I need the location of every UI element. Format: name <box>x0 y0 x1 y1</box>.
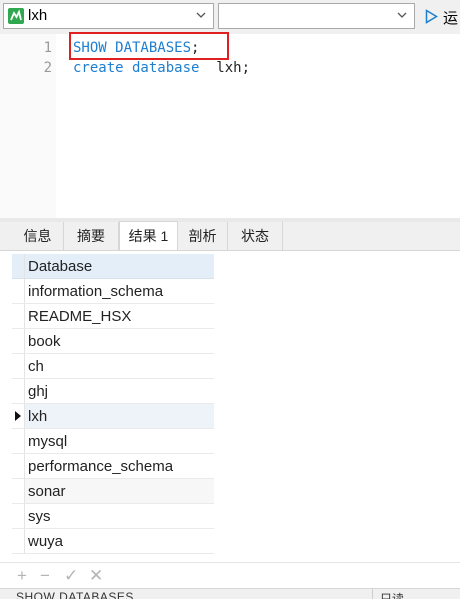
tab-summary[interactable]: 摘要 <box>64 222 119 250</box>
column-header-database[interactable]: Database <box>28 258 92 275</box>
delete-record-icon[interactable]: − <box>40 566 50 586</box>
table-cell[interactable]: ch <box>28 358 44 375</box>
row-marker[interactable] <box>12 354 25 378</box>
tab-profile[interactable]: 剖析 <box>178 222 228 250</box>
table-cell[interactable]: book <box>28 333 61 350</box>
row-marker[interactable] <box>12 304 25 328</box>
result-tabs: 信息 摘要 结果 1 剖析 状态 <box>0 221 460 251</box>
table-row[interactable]: wuya <box>12 529 214 554</box>
table-cell[interactable]: information_schema <box>28 283 163 300</box>
database-select[interactable]: lxh <box>3 3 214 29</box>
column-header-row: Database <box>12 254 214 279</box>
discard-changes-icon[interactable]: ✕ <box>89 566 103 586</box>
row-marker <box>12 254 25 278</box>
row-marker[interactable] <box>12 429 25 453</box>
table-row[interactable]: ghj <box>12 379 214 404</box>
table-cell[interactable]: ghj <box>28 383 48 400</box>
table-cell[interactable]: README_HSX <box>28 308 131 325</box>
tab-info[interactable]: 信息 <box>12 222 64 250</box>
row-marker[interactable] <box>12 529 25 553</box>
tab-result-1[interactable]: 结果 1 <box>119 221 178 250</box>
tab-status[interactable]: 状态 <box>228 222 283 250</box>
table-row-selected[interactable]: lxh <box>12 404 214 429</box>
code-text: lxh; <box>199 60 251 76</box>
row-marker[interactable] <box>12 379 25 403</box>
sql-editor[interactable]: 1 2 SHOW DATABASES; create database lxh; <box>0 34 460 220</box>
table-cell[interactable]: mysql <box>28 433 67 450</box>
table-row[interactable]: README_HSX <box>12 304 214 329</box>
run-button-label: 运 <box>443 10 459 27</box>
table-row[interactable]: information_schema <box>12 279 214 304</box>
table-cell[interactable]: sonar <box>28 483 66 500</box>
table-row[interactable]: sonar <box>12 479 214 504</box>
chevron-down-icon <box>397 12 407 18</box>
row-marker[interactable] <box>12 454 25 478</box>
line-number: 2 <box>43 60 52 76</box>
table-cell[interactable]: wuya <box>28 533 63 550</box>
row-marker[interactable] <box>12 479 25 503</box>
table-row[interactable]: ch <box>12 354 214 379</box>
table-row[interactable]: mysql <box>12 429 214 454</box>
code-line: create database lxh; <box>73 60 250 76</box>
status-bar: SHOW DATABASES 只读 <box>0 588 460 599</box>
table-cell[interactable]: sys <box>28 508 51 525</box>
add-record-icon[interactable]: + <box>17 566 27 586</box>
code-keyword: create database <box>73 60 200 76</box>
line-number: 1 <box>43 40 52 56</box>
table-cell[interactable]: performance_schema <box>28 458 173 475</box>
table-row[interactable]: book <box>12 329 214 354</box>
secondary-select[interactable] <box>218 3 415 29</box>
mysql-connection-icon <box>8 8 24 24</box>
highlight-annotation <box>69 32 229 60</box>
play-icon <box>425 9 438 24</box>
row-marker[interactable] <box>12 329 25 353</box>
grid-action-bar: + − ✓ ✕ <box>0 562 460 589</box>
table-row[interactable]: sys <box>12 504 214 529</box>
line-number-gutter: 1 2 <box>0 34 56 220</box>
database-select-value: lxh <box>28 7 48 24</box>
row-marker[interactable] <box>12 279 25 303</box>
toolbar: lxh 运 <box>0 0 460 34</box>
table-row[interactable]: performance_schema <box>12 454 214 479</box>
chevron-down-icon <box>196 12 206 18</box>
result-grid: Database information_schema README_HSX b… <box>12 254 214 554</box>
table-cell[interactable]: lxh <box>28 408 47 425</box>
apply-changes-icon[interactable]: ✓ <box>64 566 78 586</box>
current-row-indicator-icon[interactable] <box>12 404 25 428</box>
row-marker[interactable] <box>12 504 25 528</box>
